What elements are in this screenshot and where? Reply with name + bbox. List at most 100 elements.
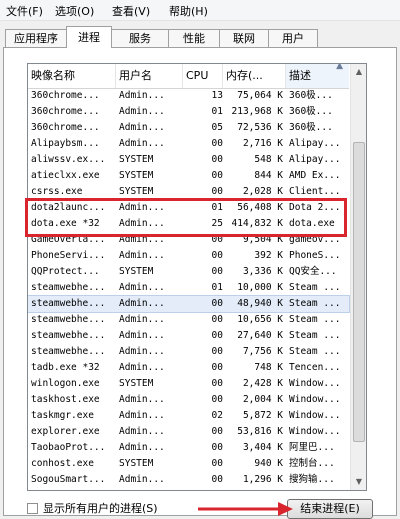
cell-image-name: PhoneServi... xyxy=(31,250,106,261)
cell-user-name: Admin... xyxy=(119,442,165,453)
scrollbar-thumb[interactable] xyxy=(353,142,365,442)
process-row[interactable]: 360chrome... Admin... 01 213,968 K 360极... xyxy=(28,104,349,120)
cell-cpu: 00 xyxy=(211,458,223,469)
column-image-name[interactable]: 映像名称 xyxy=(28,64,116,88)
process-row[interactable]: explorer.exe Admin... 00 53,816 K Window... xyxy=(28,424,349,440)
cell-description: Steam ... xyxy=(289,282,341,293)
show-all-users-checkbox[interactable] xyxy=(27,503,38,514)
cell-cpu: 02 xyxy=(211,410,223,421)
process-row[interactable]: csrss.exe SYSTEM 00 2,028 K Client... xyxy=(28,184,349,200)
cell-image-name: csrss.exe xyxy=(31,186,83,197)
cell-memory: 748 K xyxy=(254,362,283,373)
process-row[interactable]: dota.exe *32 Admin... 25 414,832 K dota.exe xyxy=(28,216,349,232)
cell-description: 360极... xyxy=(289,90,333,101)
tab-performance[interactable]: 性能 xyxy=(168,29,220,47)
column-description[interactable]: ▲ 描述 xyxy=(286,64,349,88)
tab-services[interactable]: 服务 xyxy=(111,29,169,47)
cell-user-name: Admin... xyxy=(119,250,165,261)
scroll-up-arrow-icon[interactable]: ▲ xyxy=(351,64,366,80)
cell-user-name: Admin... xyxy=(119,362,165,373)
menu-file[interactable]: 文件(F) xyxy=(6,3,43,19)
cell-description: Window... xyxy=(289,410,341,421)
process-row[interactable]: SogouSmart... Admin... 00 1,296 K 搜狗输... xyxy=(28,472,349,488)
process-row[interactable]: dota2launc... Admin... 01 56,408 K Dota 2... xyxy=(28,200,349,216)
cell-user-name: SYSTEM xyxy=(119,186,154,197)
column-user-name[interactable]: 用户名 xyxy=(116,64,183,88)
cell-user-name: SYSTEM xyxy=(119,170,154,181)
cell-user-name: SYSTEM xyxy=(119,266,154,277)
cell-description: Tencen... xyxy=(289,362,341,373)
cell-image-name: SogouSmart... xyxy=(31,474,106,485)
menu-options[interactable]: 选项(O) xyxy=(55,3,94,19)
cell-cpu: 00 xyxy=(211,378,223,389)
process-row[interactable]: steamwebhe... Admin... 00 48,940 K Steam ... xyxy=(28,295,350,313)
cell-description: Alipay... xyxy=(289,138,341,149)
process-row[interactable]: aliwssv.ex... SYSTEM 00 548 K Alipay... xyxy=(28,152,349,168)
process-row[interactable]: winlogon.exe SYSTEM 00 2,428 K Window... xyxy=(28,376,349,392)
cell-image-name: dota2launc... xyxy=(31,202,106,213)
menu-help[interactable]: 帮助(H) xyxy=(169,3,208,19)
process-row[interactable]: Alipaybsm... Admin... 00 2,716 K Alipay... xyxy=(28,136,349,152)
cell-memory: 3,404 K xyxy=(242,442,283,453)
tab-users[interactable]: 用户 xyxy=(268,29,318,47)
red-arrow-annotation-icon xyxy=(198,502,293,516)
cell-cpu: 00 xyxy=(211,298,223,309)
cell-cpu: 00 xyxy=(211,266,223,277)
cell-memory: 414,832 K xyxy=(231,218,283,229)
process-row[interactable]: GameOverla... Admin... 00 9,504 K gameov... xyxy=(28,232,349,248)
cell-cpu: 00 xyxy=(211,138,223,149)
cell-description: dota.exe xyxy=(289,218,335,229)
process-list[interactable]: 映像名称 用户名 CPU 内存(... ▲ 描述 360chrome... Adm… xyxy=(27,63,367,491)
column-memory[interactable]: 内存(... xyxy=(223,64,286,88)
vertical-scrollbar[interactable]: ▲ ▼ xyxy=(350,64,366,490)
cell-description: gameov... xyxy=(289,234,341,245)
process-row[interactable]: conhost.exe SYSTEM 00 940 K 控制台... xyxy=(28,456,349,472)
cell-cpu: 00 xyxy=(211,394,223,405)
cell-memory: 48,940 K xyxy=(237,298,283,309)
cell-memory: 56,408 K xyxy=(237,202,283,213)
cell-description: Alipay... xyxy=(289,154,341,165)
process-row[interactable]: tadb.exe *32 Admin... 00 748 K Tencen... xyxy=(28,360,349,376)
cell-image-name: atieclxx.exe xyxy=(31,170,100,181)
cell-memory: 548 K xyxy=(254,154,283,165)
cell-description: 360极... xyxy=(289,122,333,133)
cell-cpu: 01 xyxy=(211,106,223,117)
scroll-down-arrow-icon[interactable]: ▼ xyxy=(351,474,366,490)
cell-memory: 27,640 K xyxy=(237,330,283,341)
cell-cpu: 00 xyxy=(211,234,223,245)
cell-user-name: Admin... xyxy=(119,218,165,229)
process-row[interactable]: 360chrome... Admin... 05 72,536 K 360极... xyxy=(28,120,349,136)
cell-memory: 1,296 K xyxy=(242,474,283,485)
process-row[interactable]: steamwebhe... Admin... 01 10,000 K Steam ... xyxy=(28,280,349,296)
cell-cpu: 00 xyxy=(211,330,223,341)
cell-memory: 2,028 K xyxy=(242,186,283,197)
cell-user-name: Admin... xyxy=(119,474,165,485)
process-row[interactable]: taskhost.exe Admin... 00 2,004 K Window... xyxy=(28,392,349,408)
process-row[interactable]: atieclxx.exe SYSTEM 00 844 K AMD Ex... xyxy=(28,168,349,184)
tab-applications[interactable]: 应用程序 xyxy=(5,29,67,47)
cell-description: 360极... xyxy=(289,106,333,117)
cell-memory: 392 K xyxy=(254,250,283,261)
menu-view[interactable]: 查看(V) xyxy=(112,3,150,19)
column-cpu[interactable]: CPU xyxy=(183,64,223,88)
process-row[interactable]: TaobaoProt... Admin... 00 3,404 K 阿里巴... xyxy=(28,440,349,456)
process-row[interactable]: PhoneServi... Admin... 00 392 K PhoneS... xyxy=(28,248,349,264)
cell-image-name: taskhost.exe xyxy=(31,394,100,405)
cell-description: QQ安全... xyxy=(289,266,337,277)
cell-description: Client... xyxy=(289,186,341,197)
cell-cpu: 05 xyxy=(211,122,223,133)
cell-memory: 72,536 K xyxy=(237,122,283,133)
process-row[interactable]: steamwebhe... Admin... 00 7,756 K Steam ... xyxy=(28,344,349,360)
process-row[interactable]: taskmgr.exe Admin... 02 5,872 K Window... xyxy=(28,408,349,424)
process-row[interactable]: steamwebhe... Admin... 00 10,656 K Steam ... xyxy=(28,312,349,328)
cell-image-name: QQProtect... xyxy=(31,266,100,277)
process-row[interactable]: QQProtect... SYSTEM 00 3,336 K QQ安全... xyxy=(28,264,349,280)
tab-networking[interactable]: 联网 xyxy=(219,29,269,47)
process-row[interactable]: steamwebhe... Admin... 00 27,640 K Steam ... xyxy=(28,328,349,344)
cell-cpu: 00 xyxy=(211,314,223,325)
process-row[interactable]: 360chrome... Admin... 13 75,064 K 360极... xyxy=(28,88,349,104)
tab-processes[interactable]: 进程 xyxy=(66,26,112,48)
show-all-users-label[interactable]: 显示所有用户的进程(S) xyxy=(43,500,158,516)
cell-user-name: Admin... xyxy=(119,394,165,405)
end-process-button[interactable]: 结束进程(E) xyxy=(287,499,373,519)
